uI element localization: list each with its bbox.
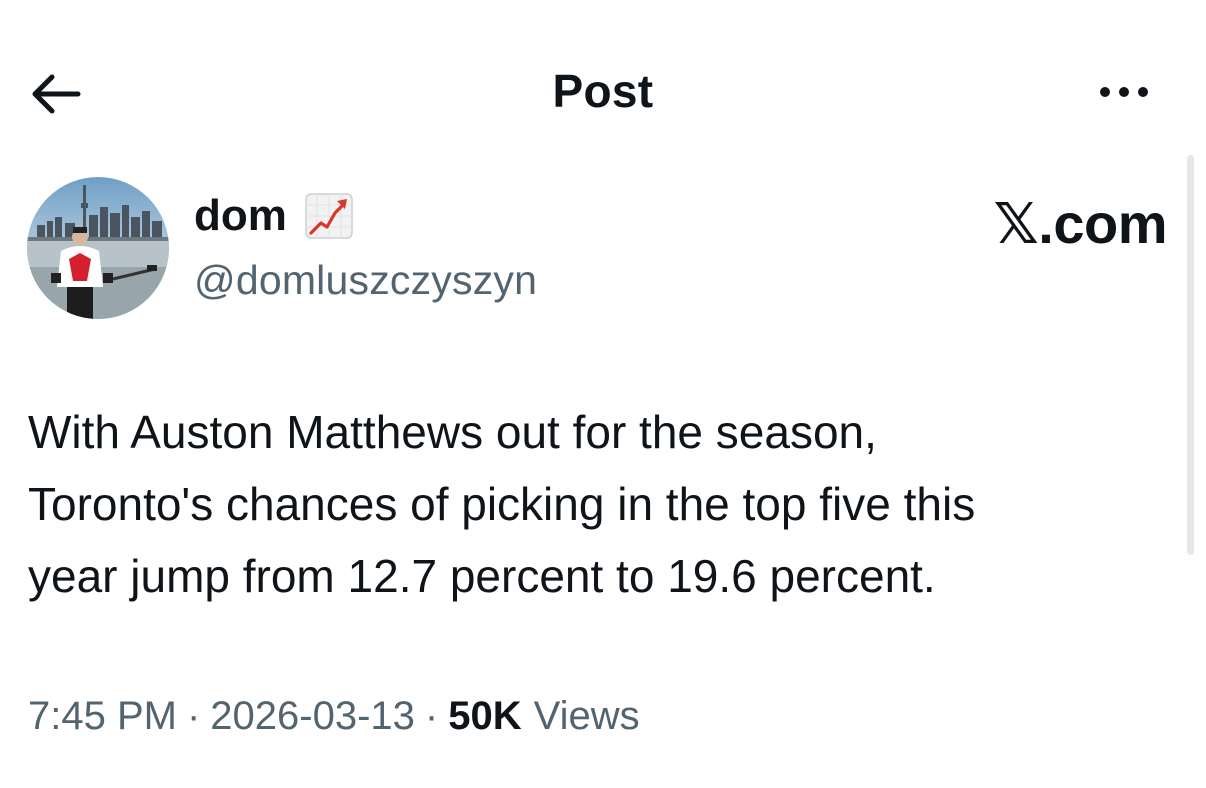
scrollbar[interactable] xyxy=(1187,155,1194,555)
page-title: Post xyxy=(552,65,654,117)
more-options-button[interactable] xyxy=(1094,78,1154,106)
chart-increasing-emoji-icon xyxy=(305,193,353,239)
user-handle[interactable]: @domluszczyszyn xyxy=(194,257,537,304)
post-text: With Auston Matthews out for the season,… xyxy=(28,406,976,602)
display-name-row: dom xyxy=(194,191,353,241)
more-dot xyxy=(1100,87,1110,97)
post-meta: 7:45 PM · 2026-03-13 · 50K Views xyxy=(28,694,640,739)
views-count: 50K xyxy=(448,694,522,738)
more-dot xyxy=(1138,87,1148,97)
source-label: 𝕏.com xyxy=(993,192,1168,255)
meta-separator: · xyxy=(424,694,439,738)
views-label: Views xyxy=(533,694,640,738)
author-row: dom @domluszczyszyn 𝕏.com xyxy=(27,177,1168,322)
more-dot xyxy=(1119,87,1129,97)
post-time[interactable]: 7:45 PM xyxy=(28,694,177,739)
top-bar: Post xyxy=(0,0,1206,180)
avatar-photo xyxy=(27,177,169,319)
display-name[interactable]: dom xyxy=(194,191,287,241)
avatar[interactable] xyxy=(27,177,169,319)
post-date[interactable]: 2026-03-13 xyxy=(210,694,415,739)
meta-separator: · xyxy=(186,694,201,738)
